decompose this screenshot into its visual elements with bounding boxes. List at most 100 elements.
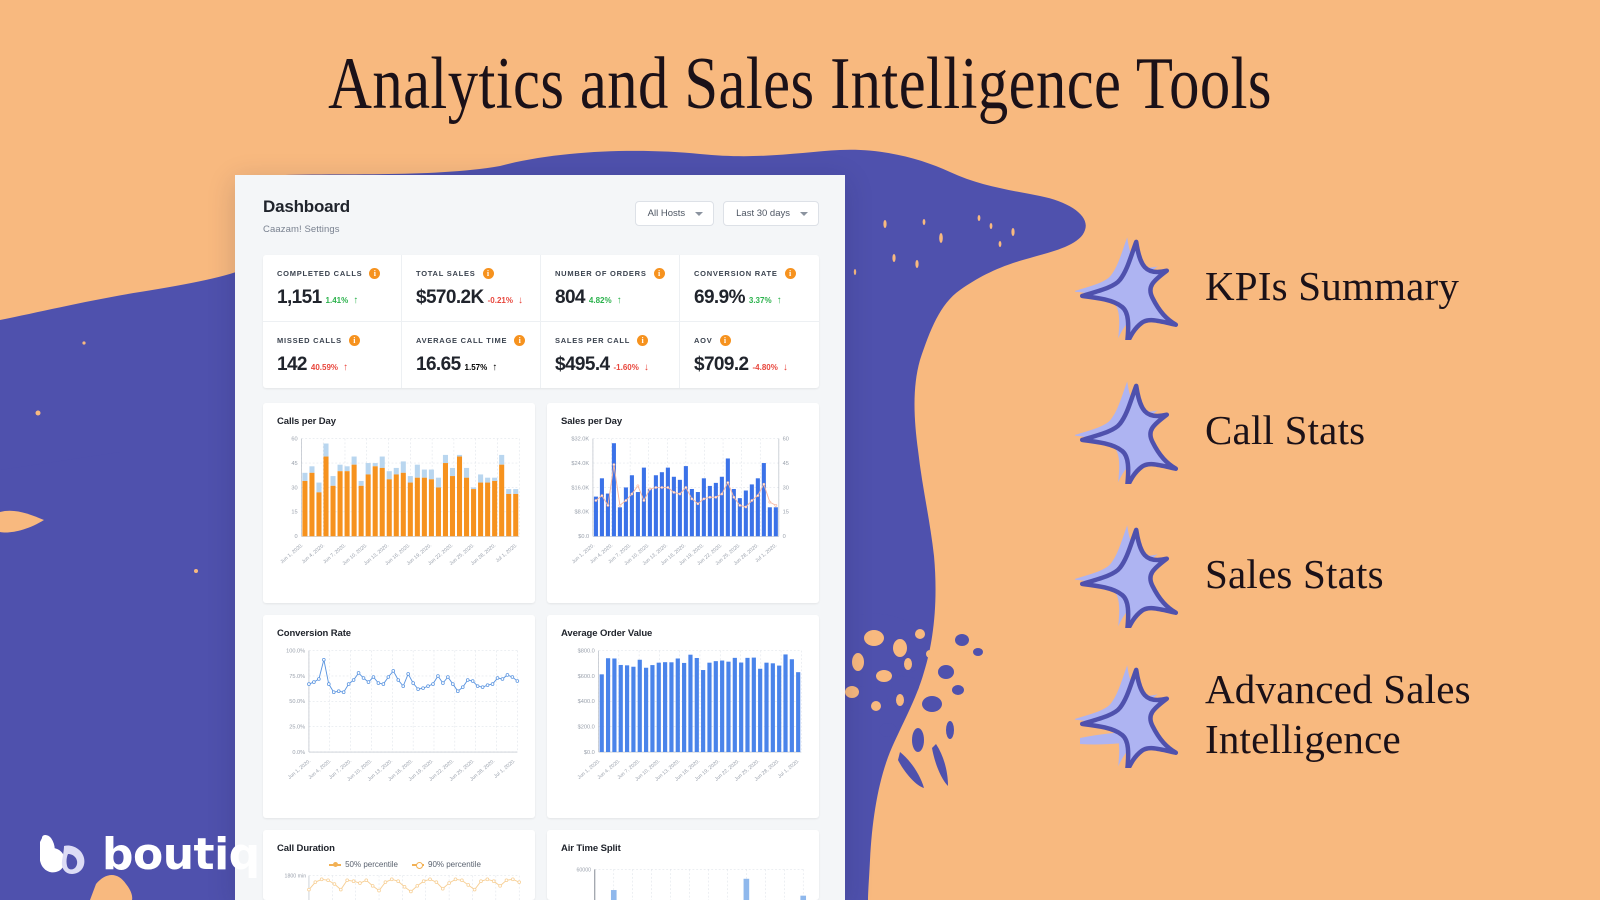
- dashboard-filters: All Hosts Last 30 days: [634, 201, 819, 226]
- kpi-grid: COMPLETED CALLS i 1,151 1.41% ↑ TOTAL SALES i $…: [263, 255, 819, 389]
- kpi-card: COMPLETED CALLS i 1,151 1.41% ↑: [263, 255, 402, 323]
- legend-label-p50: 50% percentile: [345, 860, 398, 870]
- chart-call-duration: 1800 min: [285, 874, 521, 900]
- all-hosts-dropdown[interactable]: All Hosts: [634, 201, 715, 226]
- kpi-value: 142: [277, 354, 308, 376]
- annotation-call-stats: Call Stats: [1073, 376, 1595, 489]
- kpi-trend-arrow-icon: ↓: [518, 295, 523, 307]
- kpi-value: $709.2: [694, 354, 749, 376]
- card-title-calls-per-day: Calls per Day: [277, 416, 336, 428]
- kpi-trend-arrow-icon: ↑: [353, 295, 359, 307]
- kpi-label: SALES PER CALL: [555, 336, 631, 346]
- card-call-duration: Call Duration 50% percentile 90% percent…: [263, 830, 535, 900]
- svg-text:Jul 1, 2020.: Jul 1, 2020.: [495, 543, 519, 564]
- annotation-list: KPIs Summary Call Stats Sales Stats Adva…: [1073, 232, 1595, 802]
- date-range-label: Last 30 days: [736, 208, 790, 219]
- kpi-value: 1,151: [277, 287, 322, 309]
- dashboard-window: Dashboard Caazam! Settings All Hosts Las…: [235, 175, 845, 900]
- chevron-down-icon: [695, 211, 704, 216]
- svg-text:$0.0: $0.0: [584, 750, 595, 756]
- card-title-conversion-rate: Conversion Rate: [277, 628, 351, 640]
- kpi-value: 69.9%: [694, 287, 745, 309]
- brush-dot-a: [35, 410, 41, 416]
- star-icon: [1073, 520, 1183, 633]
- svg-text:Jul 1, 2020.: Jul 1, 2020.: [493, 759, 517, 780]
- kpi-value-row: 69.9% 3.37% ↑: [694, 287, 813, 309]
- info-icon[interactable]: i: [369, 268, 381, 280]
- svg-text:$800.0: $800.0: [578, 649, 595, 655]
- brush-dot-c: [194, 569, 198, 573]
- card-air-time-split: Air Time Split 60000: [547, 830, 819, 900]
- info-icon[interactable]: i: [348, 335, 360, 347]
- svg-text:0: 0: [295, 535, 298, 541]
- kpi-label-row: TOTAL SALES i: [416, 268, 534, 280]
- line-marker-open-icon: [412, 861, 424, 869]
- date-range-dropdown[interactable]: Last 30 days: [723, 201, 819, 226]
- svg-text:25.0%: 25.0%: [289, 725, 305, 731]
- svg-text:0: 0: [783, 535, 786, 541]
- kpi-label-row: CONVERSION RATE i: [694, 268, 813, 280]
- svg-text:Jul 1, 2020.: Jul 1, 2020.: [777, 759, 801, 780]
- svg-text:$24.0K: $24.0K: [571, 461, 589, 467]
- dashboard-header: Dashboard Caazam! Settings All Hosts Las…: [235, 175, 845, 250]
- svg-text:0.0%: 0.0%: [292, 750, 305, 756]
- kpi-card: TOTAL SALES i $570.2K -0.21% ↓: [402, 255, 541, 323]
- line-marker-icon: [329, 861, 342, 867]
- info-icon[interactable]: i: [482, 268, 494, 280]
- kpi-trend-arrow-icon: ↑: [776, 295, 782, 307]
- svg-text:100.0%: 100.0%: [286, 649, 305, 655]
- page-title: Analytics and Sales Intelligence Tools: [328, 43, 1272, 125]
- svg-text:$32.0K: $32.0K: [571, 437, 589, 443]
- kpi-delta: 40.59%: [310, 363, 339, 373]
- card-title-air-time-split: Air Time Split: [561, 843, 621, 855]
- svg-text:$400.0: $400.0: [578, 700, 595, 706]
- boutiq-mark-icon: [40, 835, 85, 874]
- kpi-value-row: $709.2 -4.80% ↓: [694, 354, 813, 376]
- kpi-value: 16.65: [416, 354, 461, 376]
- star-icon: [1073, 660, 1183, 773]
- kpi-value: 804: [555, 287, 586, 309]
- svg-text:$0.0: $0.0: [578, 535, 589, 541]
- kpi-card: NUMBER OF ORDERS i 804 4.82% ↑: [541, 255, 680, 323]
- svg-text:15: 15: [783, 510, 789, 516]
- kpi-label: COMPLETED CALLS: [277, 269, 363, 279]
- annotation-label: Advanced Sales Intelligence: [1205, 665, 1471, 762]
- dashboard-title: Dashboard: [263, 197, 350, 216]
- kpi-label-row: AOV i: [694, 335, 813, 347]
- kpi-label: AVERAGE CALL TIME: [416, 336, 508, 346]
- svg-text:60: 60: [783, 437, 789, 443]
- kpi-trend-arrow-icon: ↑: [343, 362, 349, 374]
- annotation-label: KPIs Summary: [1205, 262, 1460, 309]
- star-icon: [1073, 376, 1183, 489]
- dashboard-subtitle: Caazam! Settings: [263, 224, 340, 236]
- annotation-label: Call Stats: [1205, 406, 1366, 453]
- kpi-delta: -4.80%: [752, 363, 778, 373]
- card-sales-per-day: Sales per Day $0.0 $8.0K $16.0K $24.0K $32.0…: [547, 403, 819, 604]
- info-icon[interactable]: i: [653, 268, 665, 280]
- kpi-label-row: MISSED CALLS i: [277, 335, 395, 347]
- kpi-label-row: COMPLETED CALLS i: [277, 268, 395, 280]
- kpi-card: MISSED CALLS i 142 40.59% ↑: [263, 322, 402, 389]
- kpi-value-row: 804 4.82% ↑: [555, 287, 673, 309]
- kpi-label-row: SALES PER CALL i: [555, 335, 673, 347]
- info-icon[interactable]: i: [784, 268, 796, 280]
- info-icon[interactable]: i: [514, 335, 526, 347]
- card-title-call-duration: Call Duration: [277, 843, 335, 855]
- annotation-kpis-summary: KPIs Summary: [1073, 232, 1595, 345]
- svg-text:$200.0: $200.0: [578, 725, 595, 731]
- info-icon[interactable]: i: [637, 335, 649, 347]
- svg-text:$600.0: $600.0: [578, 674, 595, 680]
- kpi-label: TOTAL SALES: [416, 269, 476, 279]
- kpi-trend-arrow-icon: ↓: [782, 362, 788, 374]
- svg-text:30: 30: [291, 486, 297, 492]
- call-duration-legend: 50% percentile 90% percentile: [287, 860, 523, 869]
- kpi-value-row: $570.2K -0.21% ↓: [416, 287, 534, 309]
- info-icon[interactable]: i: [719, 335, 731, 347]
- svg-text:75.0%: 75.0%: [289, 674, 305, 680]
- kpi-delta: -0.21%: [487, 296, 513, 306]
- dashboard-heading-group: Dashboard Caazam! Settings: [263, 197, 350, 235]
- kpi-label: MISSED CALLS: [277, 336, 342, 346]
- card-title-average-order-value: Average Order Value: [561, 628, 653, 640]
- chart-average-order-value: $0.0$200.0$400.0$600.0$800.0Jun 1, 2020.…: [577, 649, 802, 783]
- boutiq-wordmark: boutiq: [102, 829, 260, 880]
